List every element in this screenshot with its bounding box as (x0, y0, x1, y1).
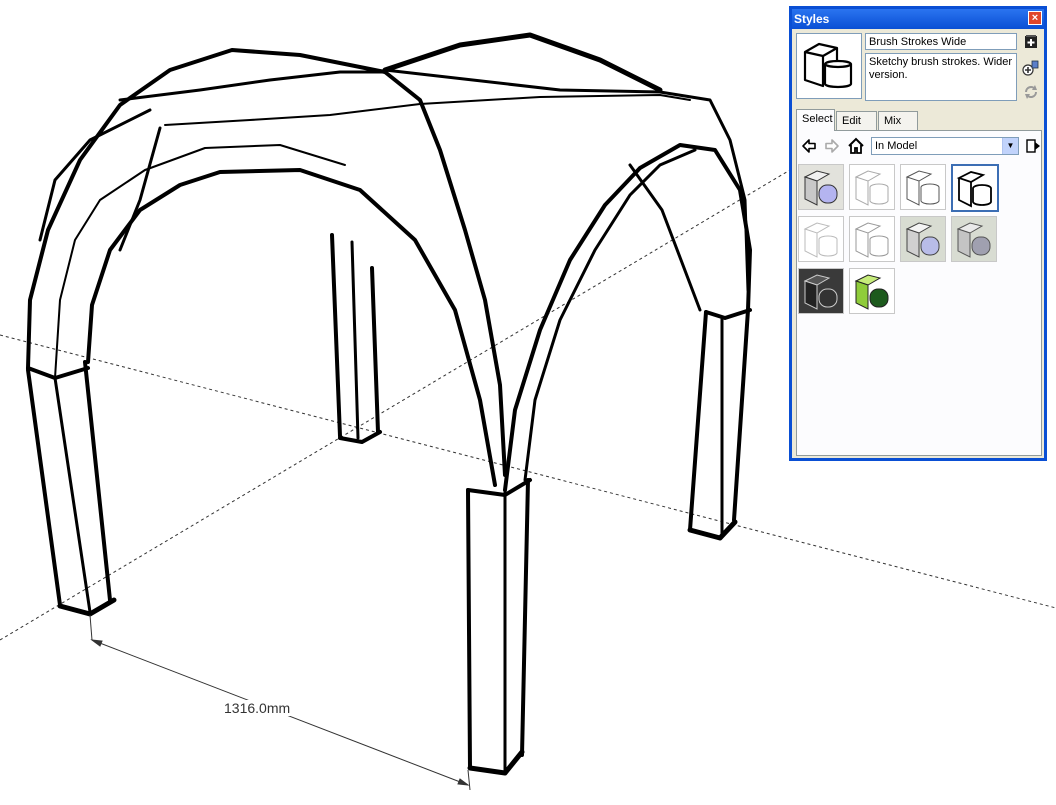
close-button[interactable]: × (1028, 11, 1042, 25)
vault-strokes (26, 32, 752, 776)
style-thumbnail-sketchy-4[interactable] (849, 216, 895, 262)
style-thumbnail-sketchy-1[interactable] (849, 164, 895, 210)
update-style-icon[interactable] (1022, 59, 1040, 77)
collection-dropdown[interactable]: In Model ▼ (871, 137, 1019, 155)
style-thumbnail-default-shaded[interactable] (798, 164, 844, 210)
style-description-input[interactable]: Sketchy brush strokes. Wider version. (865, 53, 1017, 101)
style-thumbnail-sketchy-3[interactable] (798, 216, 844, 262)
style-name-input[interactable]: Brush Strokes Wide (865, 33, 1017, 50)
create-style-icon[interactable] (1022, 33, 1040, 51)
style-thumbnail-sketchy-2[interactable] (900, 164, 946, 210)
details-icon[interactable] (1025, 137, 1041, 155)
cube-cylinder-icon (854, 222, 889, 258)
style-thumbnail-shaded-ground[interactable] (900, 216, 946, 262)
cube-cylinder-icon (854, 170, 889, 206)
style-thumbnail-gray-ground[interactable] (951, 216, 997, 262)
style-preview-icon (803, 42, 853, 89)
cube-cylinder-icon (854, 274, 889, 310)
style-preview (796, 33, 862, 99)
cube-cylinder-icon (905, 222, 940, 258)
cube-cylinder-icon (956, 171, 992, 208)
home-icon[interactable] (847, 137, 865, 155)
cube-cylinder-icon (803, 222, 838, 258)
styles-title-bar[interactable]: Styles × (792, 9, 1044, 29)
forward-arrow-icon[interactable] (823, 137, 841, 155)
cube-cylinder-icon (956, 222, 991, 258)
styles-panel: Styles × Brush Strokes Wide Sketchy brus… (789, 6, 1047, 461)
cube-cylinder-icon (905, 170, 940, 206)
refresh-icon[interactable] (1022, 83, 1040, 101)
tab-select[interactable]: Select (796, 109, 835, 131)
cube-cylinder-icon (803, 274, 838, 310)
tab-mix[interactable]: Mix (878, 111, 918, 130)
collection-value: In Model (875, 140, 918, 152)
style-thumbnail-green[interactable] (849, 268, 895, 314)
chevron-down-icon[interactable]: ▼ (1002, 138, 1018, 154)
dimension-label: 1316.0mm (222, 700, 293, 716)
styles-title: Styles (794, 12, 830, 26)
back-arrow-icon[interactable] (800, 137, 818, 155)
style-thumbnail-brush-strokes-wide[interactable] (951, 164, 999, 212)
tab-edit[interactable]: Edit (836, 111, 877, 130)
cube-cylinder-icon (803, 170, 838, 206)
style-thumbnail-dark[interactable] (798, 268, 844, 314)
